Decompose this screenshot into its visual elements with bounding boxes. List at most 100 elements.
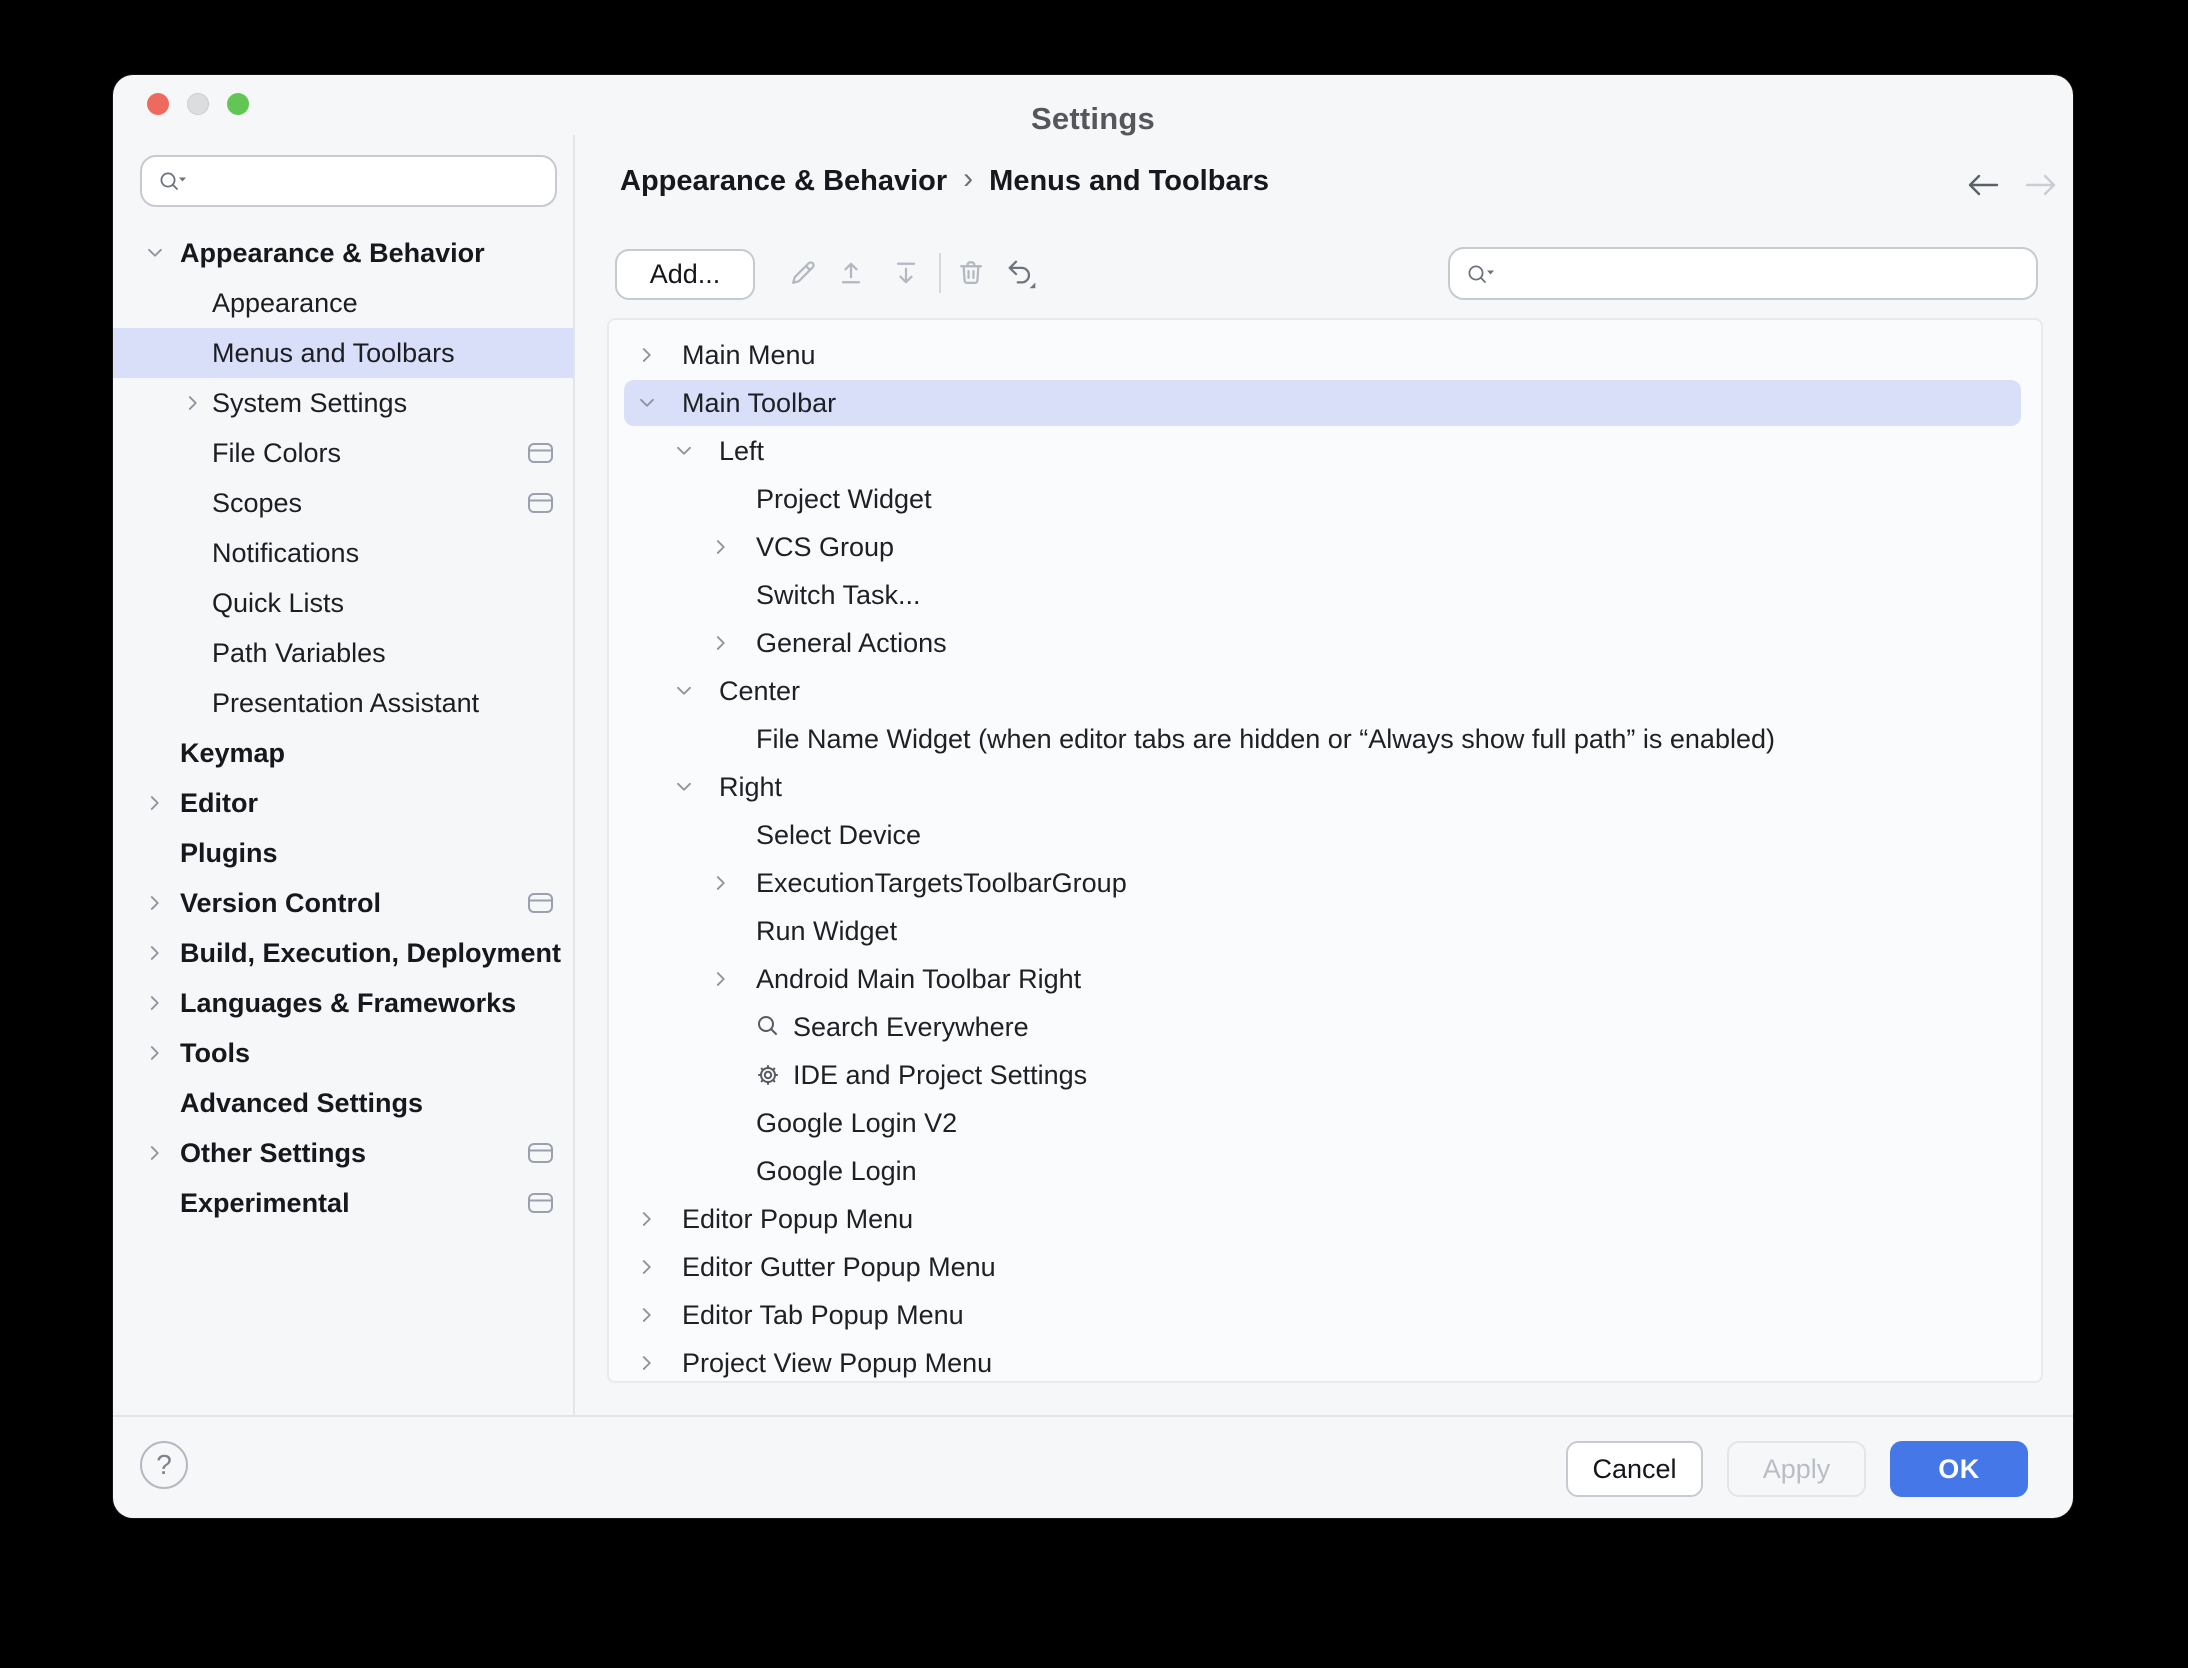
move-down-button: [886, 253, 926, 293]
toolbar-separator: [939, 253, 941, 293]
sidebar-item-appearance-behavior[interactable]: Appearance & Behavior: [113, 228, 573, 278]
sidebar-search-field[interactable]: [140, 155, 557, 207]
chevron-right-icon[interactable]: [182, 392, 204, 414]
project-config-icon: [527, 891, 554, 915]
sidebar-item-languages-frameworks[interactable]: Languages & Frameworks: [113, 978, 573, 1028]
tree-row-file-name-widget-when-editor-tabs-are-hi[interactable]: File Name Widget (when editor tabs are h…: [609, 715, 2041, 763]
tree-row-project-widget[interactable]: Project Widget: [609, 475, 2041, 523]
sidebar-item-advanced-settings[interactable]: Advanced Settings: [113, 1078, 573, 1128]
tree-row-right[interactable]: Right: [609, 763, 2041, 811]
tree-filter-field[interactable]: [1448, 247, 2038, 300]
tree-row-label: Main Menu: [682, 331, 816, 379]
sidebar-item-appearance[interactable]: Appearance: [113, 278, 573, 328]
chevron-right-icon[interactable]: [144, 992, 166, 1014]
tree-row-label: Main Toolbar: [682, 379, 836, 427]
tree-row-project-view-popup-menu[interactable]: Project View Popup Menu: [609, 1339, 2041, 1387]
chevron-right-icon[interactable]: [710, 872, 732, 894]
tree-row-label: Left: [719, 427, 764, 475]
chevron-right-icon[interactable]: [636, 1208, 658, 1230]
tree-row-label: Editor Popup Menu: [682, 1195, 913, 1243]
sidebar-item-experimental[interactable]: Experimental: [113, 1178, 573, 1228]
tree-row-switch-task[interactable]: Switch Task...: [609, 571, 2041, 619]
project-config-icon: [527, 491, 554, 515]
back-button[interactable]: [1961, 167, 2005, 203]
sidebar-item-system-settings[interactable]: System Settings: [113, 378, 573, 428]
chevron-down-icon[interactable]: [636, 392, 658, 414]
sidebar-search-input[interactable]: [200, 166, 478, 197]
tree-row-editor-tab-popup-menu[interactable]: Editor Tab Popup Menu: [609, 1291, 2041, 1339]
chevron-right-icon[interactable]: [636, 1352, 658, 1374]
sidebar-item-tools[interactable]: Tools: [113, 1028, 573, 1078]
sidebar-item-label: Editor: [180, 778, 258, 828]
sidebar-item-scopes[interactable]: Scopes: [113, 478, 573, 528]
chevron-right-icon[interactable]: [144, 1142, 166, 1164]
revert-button: [1000, 253, 1040, 293]
tree-row-left[interactable]: Left: [609, 427, 2041, 475]
chevron-right-icon[interactable]: [636, 344, 658, 366]
chevron-right-icon[interactable]: [144, 1042, 166, 1064]
ok-button[interactable]: OK: [1890, 1441, 2028, 1497]
chevron-right-icon[interactable]: [144, 892, 166, 914]
tree-row-select-device[interactable]: Select Device: [609, 811, 2041, 859]
tree-row-ide-and-project-settings[interactable]: IDE and Project Settings: [609, 1051, 2041, 1099]
tree-row-label: Google Login V2: [756, 1099, 957, 1147]
breadcrumb: Appearance & Behavior › Menus and Toolba…: [620, 163, 1269, 199]
project-config-icon: [527, 1191, 554, 1215]
tree-row-vcs-group[interactable]: VCS Group: [609, 523, 2041, 571]
chevron-down-icon[interactable]: [673, 776, 695, 798]
sidebar-item-presentation-assistant[interactable]: Presentation Assistant: [113, 678, 573, 728]
tree-row-google-login[interactable]: Google Login: [609, 1147, 2041, 1195]
back-arrow-icon: [1961, 169, 2005, 201]
settings-window: Settings Appearance & BehaviorAppearance…: [113, 75, 2073, 1518]
sidebar-item-file-colors[interactable]: File Colors: [113, 428, 573, 478]
tree-row-general-actions[interactable]: General Actions: [609, 619, 2041, 667]
sidebar-item-label: Presentation Assistant: [212, 678, 479, 728]
tree-row-editor-popup-menu[interactable]: Editor Popup Menu: [609, 1195, 2041, 1243]
tree-row-editor-gutter-popup-menu[interactable]: Editor Gutter Popup Menu: [609, 1243, 2041, 1291]
sidebar-item-quick-lists[interactable]: Quick Lists: [113, 578, 573, 628]
question-mark-icon: ?: [156, 1449, 172, 1481]
add-button[interactable]: Add...: [615, 249, 755, 300]
sidebar-item-other-settings[interactable]: Other Settings: [113, 1128, 573, 1178]
move-down-icon: [890, 257, 922, 289]
tree-row-google-login-v2[interactable]: Google Login V2: [609, 1099, 2041, 1147]
project-config-icon: [527, 1141, 554, 1165]
settings-sidebar: Appearance & BehaviorAppearanceMenus and…: [113, 135, 573, 1415]
chevron-right-icon[interactable]: [636, 1256, 658, 1278]
chevron-right-icon[interactable]: [710, 968, 732, 990]
sidebar-item-notifications[interactable]: Notifications: [113, 528, 573, 578]
chevron-right-icon[interactable]: [710, 536, 732, 558]
tree-row-label: General Actions: [756, 619, 947, 667]
sidebar-item-label: Appearance: [212, 278, 358, 328]
cancel-button[interactable]: Cancel: [1566, 1441, 1703, 1497]
tree-row-label: Project View Popup Menu: [682, 1339, 992, 1387]
sidebar-item-path-variables[interactable]: Path Variables: [113, 628, 573, 678]
chevron-down-icon[interactable]: [673, 680, 695, 702]
sidebar-item-label: Menus and Toolbars: [212, 328, 455, 378]
chevron-down-icon[interactable]: [673, 440, 695, 462]
sidebar-item-editor[interactable]: Editor: [113, 778, 573, 828]
tree-filter-input[interactable]: [1508, 258, 1907, 289]
chevron-right-icon[interactable]: [144, 942, 166, 964]
sidebar-item-build-execution-deployment[interactable]: Build, Execution, Deployment: [113, 928, 573, 978]
tree-row-run-widget[interactable]: Run Widget: [609, 907, 2041, 955]
tree-row-main-menu[interactable]: Main Menu: [609, 331, 2041, 379]
tree-row-label: Right: [719, 763, 782, 811]
chevron-right-icon[interactable]: [636, 1304, 658, 1326]
tree-row-center[interactable]: Center: [609, 667, 2041, 715]
help-button[interactable]: ?: [140, 1441, 188, 1489]
tree-row-android-main-toolbar-right[interactable]: Android Main Toolbar Right: [609, 955, 2041, 1003]
sidebar-item-menus-and-toolbars[interactable]: Menus and Toolbars: [113, 328, 573, 378]
chevron-right-icon[interactable]: [710, 632, 732, 654]
tree-row-label: Android Main Toolbar Right: [756, 955, 1081, 1003]
tree-row-search-everywhere[interactable]: Search Everywhere: [609, 1003, 2041, 1051]
breadcrumb-parent[interactable]: Appearance & Behavior: [620, 165, 947, 198]
tree-row-executiontargetstoolbargroup[interactable]: ExecutionTargetsToolbarGroup: [609, 859, 2041, 907]
sidebar-item-plugins[interactable]: Plugins: [113, 828, 573, 878]
sidebar-item-keymap[interactable]: Keymap: [113, 728, 573, 778]
chevron-down-icon[interactable]: [144, 242, 166, 264]
revert-icon: [1003, 256, 1037, 290]
sidebar-item-version-control[interactable]: Version Control: [113, 878, 573, 928]
chevron-right-icon[interactable]: [144, 792, 166, 814]
tree-row-main-toolbar[interactable]: Main Toolbar: [609, 379, 2041, 427]
